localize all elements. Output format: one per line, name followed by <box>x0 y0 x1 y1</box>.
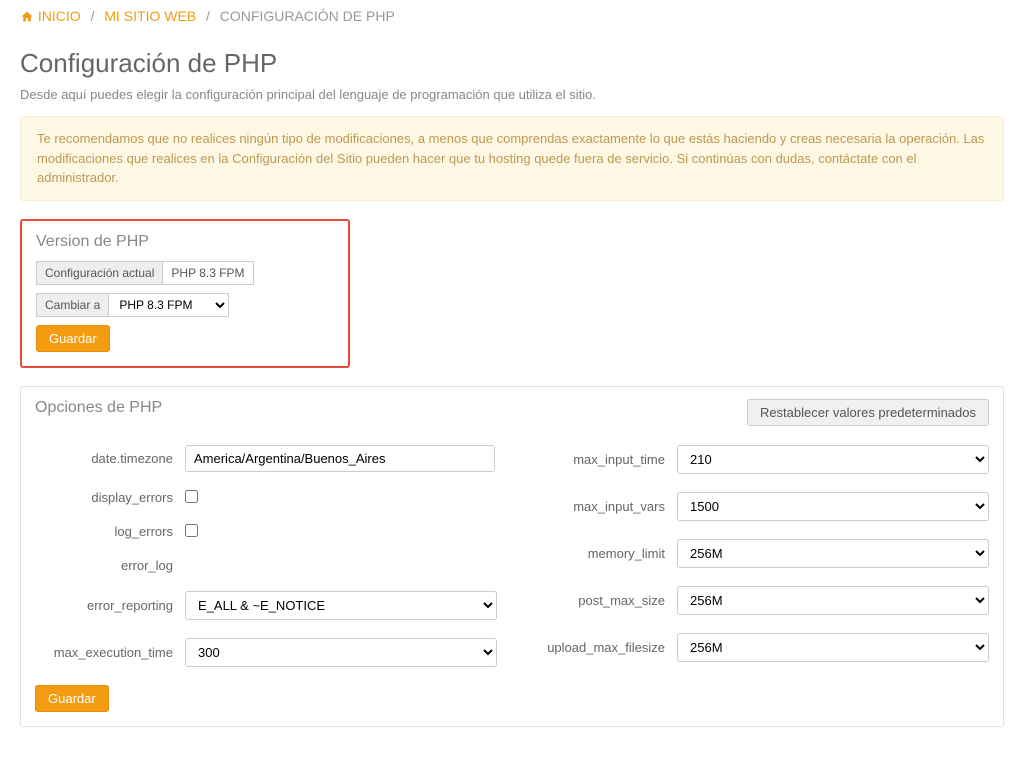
change-to-label: Cambiar a <box>36 293 109 317</box>
page-title: Configuración de PHP <box>20 48 1004 79</box>
label-error-log: error_log <box>35 558 185 573</box>
select-post-max-size[interactable]: 256M <box>677 586 989 615</box>
save-options-button[interactable]: Guardar <box>35 685 109 712</box>
label-date-timezone: date.timezone <box>35 451 185 466</box>
php-options-heading: Opciones de PHP <box>35 399 162 417</box>
select-max-input-vars[interactable]: 1500 <box>677 492 989 521</box>
label-upload-max-filesize: upload_max_filesize <box>527 640 677 655</box>
select-max-input-time[interactable]: 210 <box>677 445 989 474</box>
select-max-execution-time[interactable]: 300 <box>185 638 497 667</box>
breadcrumb-separator: / <box>91 8 95 24</box>
select-memory-limit[interactable]: 256M <box>677 539 989 568</box>
label-error-reporting: error_reporting <box>35 598 185 613</box>
php-version-panel: Version de PHP Configuración actual PHP … <box>20 219 350 368</box>
breadcrumb: INICIO / MI SITIO WEB / CONFIGURACIÓN DE… <box>20 0 1004 34</box>
breadcrumb-site-link[interactable]: MI SITIO WEB <box>104 8 196 24</box>
warning-alert: Te recomendamos que no realices ningún t… <box>20 116 1004 201</box>
breadcrumb-current: CONFIGURACIÓN DE PHP <box>220 8 395 24</box>
page-subtitle: Desde aquí puedes elegir la configuració… <box>20 87 1004 102</box>
change-to-group: Cambiar a PHP 8.3 FPM <box>36 293 229 317</box>
checkbox-log-errors[interactable] <box>185 524 198 537</box>
label-max-input-time: max_input_time <box>527 452 677 467</box>
label-post-max-size: post_max_size <box>527 593 677 608</box>
input-date-timezone[interactable] <box>185 445 495 472</box>
php-version-heading: Version de PHP <box>36 233 334 251</box>
label-display-errors: display_errors <box>35 490 185 505</box>
checkbox-display-errors[interactable] <box>185 490 198 503</box>
php-version-select[interactable]: PHP 8.3 FPM <box>109 293 229 317</box>
current-config-value: PHP 8.3 FPM <box>163 261 253 285</box>
breadcrumb-separator: / <box>206 8 210 24</box>
label-max-input-vars: max_input_vars <box>527 499 677 514</box>
current-config-group: Configuración actual PHP 8.3 FPM <box>36 261 254 285</box>
php-options-panel: Opciones de PHP Restablecer valores pred… <box>20 386 1004 727</box>
label-memory-limit: memory_limit <box>527 546 677 561</box>
label-max-execution-time: max_execution_time <box>35 645 185 660</box>
reset-defaults-button[interactable]: Restablecer valores predeterminados <box>747 399 989 426</box>
save-version-button[interactable]: Guardar <box>36 325 110 352</box>
select-upload-max-filesize[interactable]: 256M <box>677 633 989 662</box>
home-icon <box>20 10 34 26</box>
select-error-reporting[interactable]: E_ALL & ~E_NOTICE <box>185 591 497 620</box>
label-log-errors: log_errors <box>35 524 185 539</box>
current-config-label: Configuración actual <box>36 261 163 285</box>
breadcrumb-home-link[interactable]: INICIO <box>20 8 85 24</box>
breadcrumb-home-label: INICIO <box>38 8 81 24</box>
